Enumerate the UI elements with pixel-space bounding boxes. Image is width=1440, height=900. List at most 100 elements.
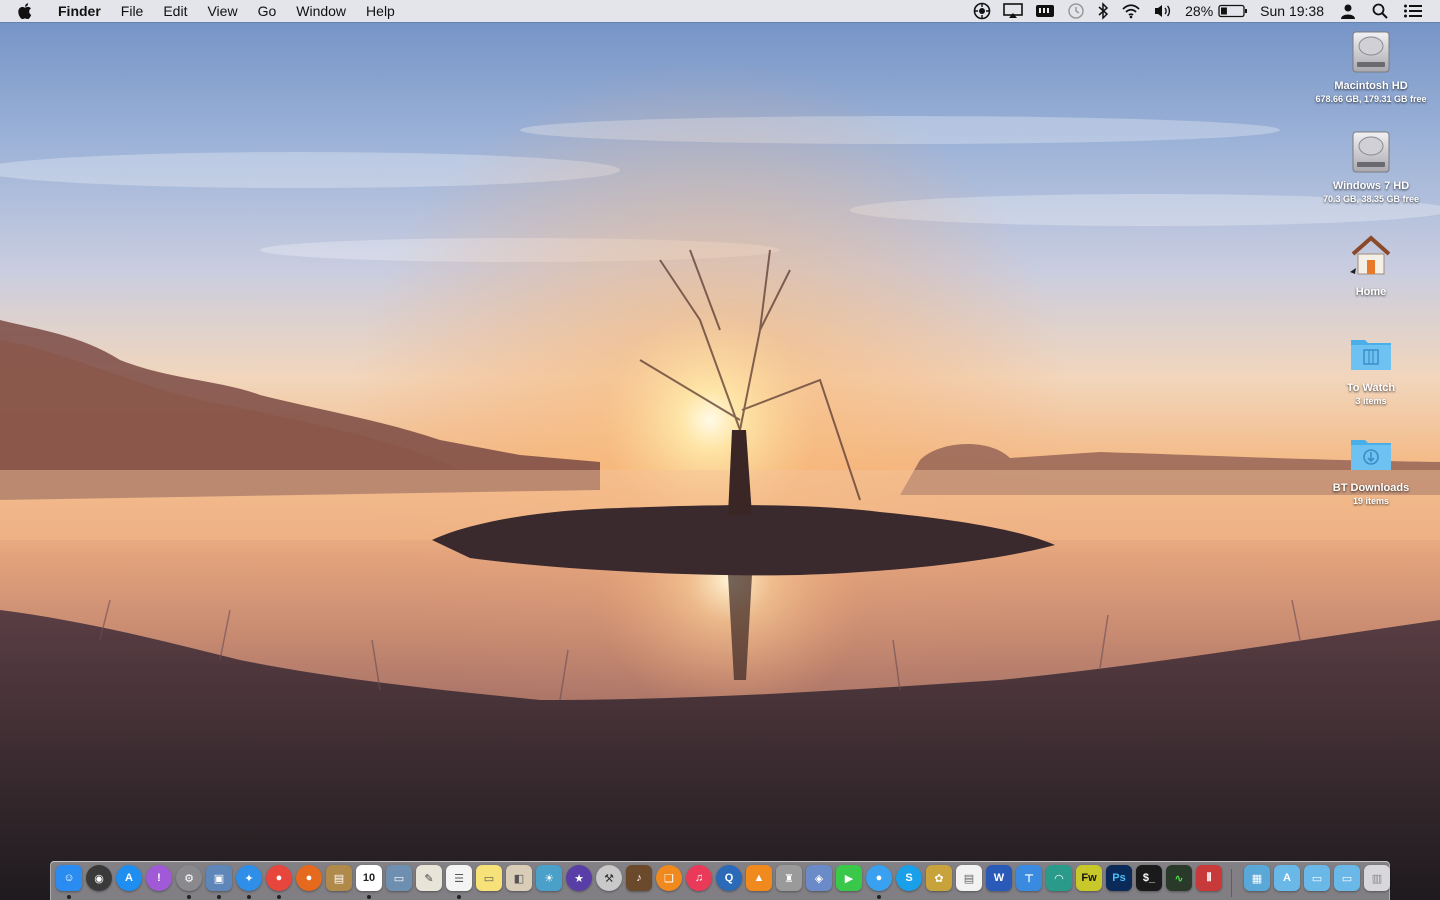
spotlight-icon[interactable] — [1372, 0, 1388, 22]
battery-percentage[interactable]: 28% — [1185, 3, 1213, 19]
dock-item-dashboard[interactable]: ◉ — [85, 865, 113, 899]
dock-item-safari[interactable]: ✦ — [235, 865, 263, 899]
dock-item-keynote[interactable]: ⊤ — [1015, 865, 1043, 899]
safari-icon: ✦ — [236, 865, 262, 891]
dock-item-preview[interactable]: ▣ — [205, 865, 233, 899]
finder-icon: ☺ — [56, 865, 82, 891]
desktop-icon-label: Macintosh HD — [1334, 80, 1408, 92]
desktop-icon-home[interactable]: Home — [1309, 232, 1433, 299]
dock-item-photoshop[interactable]: Ps — [1105, 865, 1133, 899]
running-indicator — [367, 895, 371, 899]
desktop-icon-bt-downloads[interactable]: BT Downloads 19 items — [1309, 430, 1433, 507]
dock-item-chrome[interactable]: ● — [265, 865, 293, 899]
dock-item-imovie[interactable]: ★ — [565, 865, 593, 899]
dock-item-quicktime[interactable]: Q — [715, 865, 743, 899]
battery-fill — [1221, 7, 1228, 15]
dock-item-downloads-folder[interactable]: ▭ — [1333, 865, 1361, 899]
desktop-wallpaper — [0, 0, 1440, 900]
hard-drive-icon — [1352, 31, 1390, 73]
dock-item-word[interactable]: W — [985, 865, 1013, 899]
dock-item-skype[interactable]: S — [895, 865, 923, 899]
control-panel-icon[interactable] — [973, 0, 991, 22]
ibooks-icon: ❑ — [656, 865, 682, 891]
home-icon — [1350, 235, 1391, 275]
desktop-icon-info: 3 items — [1355, 396, 1387, 406]
time-machine-icon[interactable] — [1067, 0, 1085, 22]
desktop-icon-info: 19 items — [1352, 496, 1390, 506]
running-indicator — [247, 895, 251, 899]
dock-item-iphoto[interactable]: ☀ — [535, 865, 563, 899]
menu-file[interactable]: File — [111, 0, 154, 22]
menu-window[interactable]: Window — [286, 0, 356, 22]
text-doc-icon: ▤ — [956, 865, 982, 891]
imovie-icon: ★ — [566, 865, 592, 891]
menu-clock[interactable]: Sun 19:38 — [1260, 3, 1324, 19]
dock-item-pineapple[interactable]: ✿ — [925, 865, 953, 899]
desktop-icon-macintosh-hd[interactable]: Macintosh HD 678.66 GB, 179.31 GB free — [1309, 28, 1433, 105]
firefox-icon: ● — [296, 865, 322, 891]
notes-icon: ▭ — [476, 865, 502, 891]
dock-item-applications-folder[interactable]: A — [1273, 865, 1301, 899]
dock-item-firefox[interactable]: ● — [295, 865, 323, 899]
dock-item-contacts[interactable]: ◧ — [505, 865, 533, 899]
parallels-icon: ⫴ — [1196, 865, 1222, 891]
dock-item-activity-monitor[interactable]: ∿ — [1165, 865, 1193, 899]
dock-item-finder[interactable]: ☺ — [55, 865, 83, 899]
running-indicator — [67, 895, 71, 899]
desktop-icon-label: BT Downloads — [1332, 482, 1410, 494]
dock-item-parallels[interactable]: ⫴ — [1195, 865, 1223, 899]
facetime-icon: ▶ — [836, 865, 862, 891]
dock-item-notes[interactable]: ▭ — [475, 865, 503, 899]
dock-item-system-preferences[interactable]: ⚙ — [175, 865, 203, 899]
menu-view[interactable]: View — [197, 0, 247, 22]
dock-item-itunes-alert[interactable]: ! — [145, 865, 173, 899]
menu-help[interactable]: Help — [356, 0, 405, 22]
dock: ☺ ◉ A! ⚙ ▣ ✦ ● ● ▤ 10 ▭ ✎ ☰ ▭ ◧ ☀ ★ ⚒ ♪ ❑ ♫ Q ▲ ♜ ◈ ▶ ● S ✿ ▤ W ⊤ ◠ Fw Ps $… — [50, 861, 1390, 900]
bluetooth-icon[interactable] — [1097, 0, 1109, 22]
desktop-icon-info: 678.66 GB, 179.31 GB free — [1315, 94, 1427, 104]
dock-item-calendar[interactable]: 10 — [355, 865, 383, 899]
textedit-icon: ✎ — [416, 865, 442, 891]
dock-item-disk-utility[interactable]: ⚒ — [595, 865, 623, 899]
dock-item-terminal[interactable]: $_ — [1135, 865, 1163, 899]
wifi-icon[interactable] — [1121, 0, 1141, 22]
dock-item-wireless-diagnostics[interactable]: ◠ — [1045, 865, 1073, 899]
dock-item-garageband[interactable]: ♪ — [625, 865, 653, 899]
quicktime-icon: Q — [716, 865, 742, 891]
dock-item-vlc[interactable]: ▲ — [745, 865, 773, 899]
dock-item-facetime[interactable]: ▶ — [835, 865, 863, 899]
dock-item-screenshots-stack[interactable]: ▦ — [1243, 865, 1271, 899]
dock-item-reminders[interactable]: ☰ — [445, 865, 473, 899]
dock-item-text-doc[interactable]: ▤ — [955, 865, 983, 899]
menu-app-name[interactable]: Finder — [52, 0, 111, 22]
dock-item-image-capture[interactable]: ▭ — [385, 865, 413, 899]
dock-item-pacifist[interactable]: ◈ — [805, 865, 833, 899]
desktop-icon-label: Home — [1355, 286, 1387, 298]
notification-center-icon[interactable] — [1404, 0, 1422, 22]
desktop-icon-label: Windows 7 HD — [1332, 180, 1410, 192]
dock-item-documents-folder[interactable]: ▭ — [1303, 865, 1331, 899]
user-icon[interactable] — [1340, 0, 1356, 22]
dock-item-itunes[interactable]: ♫ — [685, 865, 713, 899]
airplay-icon[interactable] — [1003, 0, 1023, 22]
dock-item-fireworks[interactable]: Fw — [1075, 865, 1103, 899]
dock-item-automator[interactable]: ♜ — [775, 865, 803, 899]
wallpaper-image — [0, 0, 1440, 900]
dock-item-notefile[interactable]: ▤ — [325, 865, 353, 899]
contacts-icon: ◧ — [506, 865, 532, 891]
dock-item-ibooks[interactable]: ❑ — [655, 865, 683, 899]
menu-edit[interactable]: Edit — [153, 0, 197, 22]
apple-logo-icon[interactable] — [18, 3, 38, 19]
dock-item-messages[interactable]: ● — [865, 865, 893, 899]
preview-icon: ▣ — [206, 865, 232, 891]
desktop-icon-to-watch[interactable]: To Watch 3 items — [1309, 330, 1433, 407]
screenshots-stack-icon: ▦ — [1244, 865, 1270, 891]
dock-item-app-store[interactable]: A — [115, 865, 143, 899]
screen-icon[interactable] — [1035, 0, 1055, 22]
volume-icon[interactable] — [1153, 0, 1173, 22]
menu-go[interactable]: Go — [248, 0, 287, 22]
desktop-icon-windows-7-hd[interactable]: Windows 7 HD 70.3 GB, 38.35 GB free — [1309, 128, 1433, 205]
dock-item-trash[interactable]: ▥ — [1363, 865, 1391, 899]
dock-item-textedit[interactable]: ✎ — [415, 865, 443, 899]
battery-icon[interactable] — [1218, 0, 1248, 22]
